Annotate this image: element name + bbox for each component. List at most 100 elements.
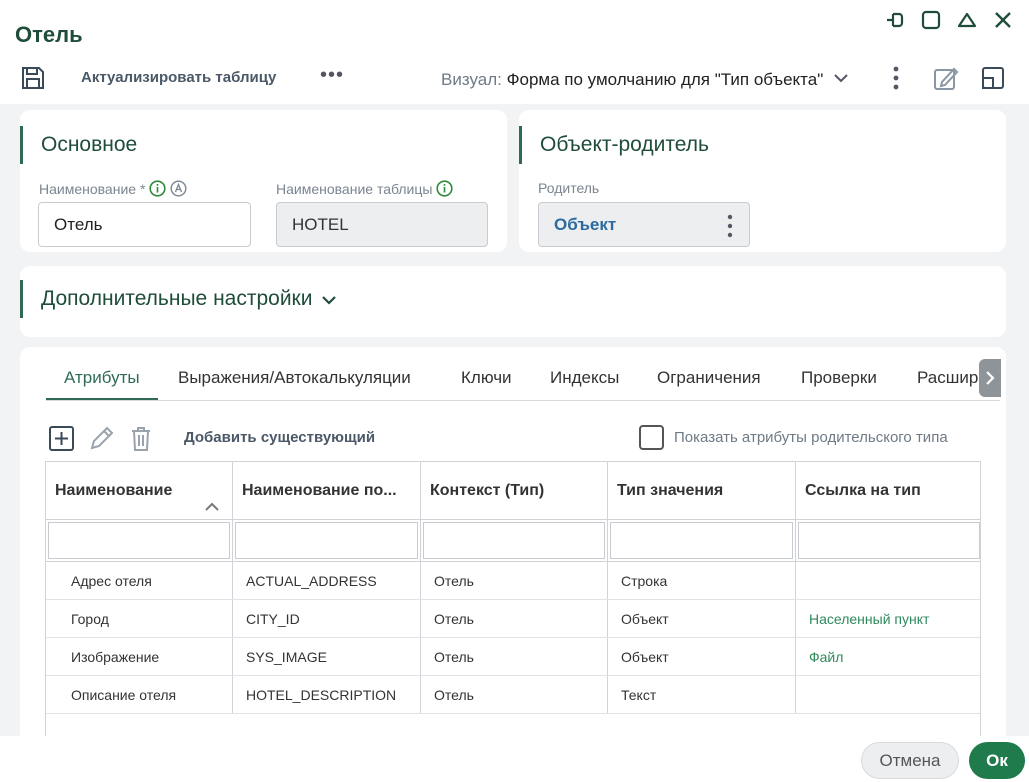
kebab-menu-icon[interactable] bbox=[884, 64, 908, 92]
filter-cell bbox=[233, 520, 421, 561]
chevron-down-icon bbox=[834, 68, 848, 88]
tab-constraints[interactable]: Ограничения bbox=[657, 363, 761, 400]
add-attribute-icon[interactable] bbox=[48, 425, 75, 455]
column-header-value-type[interactable]: Тип значения bbox=[608, 462, 796, 519]
table-name-label-text: Наименование таблицы bbox=[276, 180, 433, 197]
table-header-row: Наименование Наименование по... Контекст… bbox=[46, 462, 980, 520]
attributes-card: Атрибуты Выражения/Автокалькуляции Ключи… bbox=[20, 347, 1006, 736]
close-window-icon[interactable] bbox=[991, 8, 1015, 32]
delete-attribute-icon[interactable] bbox=[129, 425, 153, 455]
tabs-scroll-right-button[interactable] bbox=[979, 359, 1001, 397]
cell-value-type: Объект bbox=[608, 638, 796, 675]
cell-type-ref[interactable]: Файл bbox=[796, 638, 980, 675]
cell-value-type: Объект bbox=[608, 600, 796, 637]
tab-checks[interactable]: Проверки bbox=[801, 363, 877, 400]
cancel-button[interactable]: Отмена bbox=[861, 742, 959, 779]
parent-section-title: Объект-родитель bbox=[519, 126, 709, 164]
info-icon[interactable] bbox=[436, 180, 454, 197]
cell-context: Отель bbox=[421, 638, 608, 675]
extra-settings-title: Дополнительные настройки bbox=[41, 287, 313, 310]
filter-cell bbox=[46, 520, 233, 561]
table-row[interactable]: Описание отеля HOTEL_DESCRIPTION Отель Т… bbox=[46, 676, 980, 714]
kebab-menu-icon[interactable] bbox=[727, 212, 733, 255]
parent-value[interactable]: Объект bbox=[554, 215, 616, 234]
ok-button[interactable]: Ок bbox=[969, 742, 1025, 779]
filter-cell bbox=[608, 520, 796, 561]
show-parent-attributes-checkbox[interactable] bbox=[639, 425, 664, 450]
filter-input-name[interactable] bbox=[48, 522, 230, 559]
cell-table-name: ACTUAL_ADDRESS bbox=[233, 562, 421, 599]
name-field-label: Наименование * bbox=[39, 180, 187, 197]
column-header-type-ref[interactable]: Ссылка на тип bbox=[796, 462, 980, 519]
cell-name: Описание отеля bbox=[46, 676, 233, 713]
edit-attribute-icon[interactable] bbox=[88, 425, 115, 455]
tab-attributes[interactable]: Атрибуты bbox=[46, 363, 158, 400]
info-icon[interactable] bbox=[149, 180, 166, 197]
edit-form-icon[interactable] bbox=[932, 64, 960, 92]
layout-icon[interactable] bbox=[980, 65, 1006, 91]
tab-expressions[interactable]: Выражения/Автокалькуляции bbox=[178, 363, 411, 400]
cell-table-name: HOTEL_DESCRIPTION bbox=[233, 676, 421, 713]
chevron-down-icon bbox=[322, 280, 337, 318]
column-header-name[interactable]: Наименование bbox=[46, 462, 233, 519]
refresh-table-button[interactable]: Актуализировать таблицу bbox=[81, 69, 276, 86]
maximize-window-icon[interactable] bbox=[919, 8, 943, 32]
name-input[interactable]: Отель bbox=[38, 202, 251, 247]
parent-section-card: Объект-родитель Родитель Объект bbox=[519, 110, 1006, 252]
tab-bar: Атрибуты Выражения/Автокалькуляции Ключи… bbox=[46, 363, 1000, 401]
cell-type-ref[interactable]: Населенный пункт bbox=[796, 600, 980, 637]
cell-type-ref[interactable] bbox=[796, 562, 980, 599]
attributes-table: Наименование Наименование по... Контекст… bbox=[45, 461, 981, 736]
more-actions-button[interactable]: ••• bbox=[320, 64, 344, 87]
parent-input[interactable]: Объект bbox=[538, 202, 750, 247]
form-content: Основное Наименование * Отель Наименован… bbox=[0, 104, 1029, 736]
pin-window-icon[interactable] bbox=[883, 8, 907, 32]
toolbar: Актуализировать таблицу ••• Визуал: Форм… bbox=[0, 60, 1029, 96]
filter-input-type-ref[interactable] bbox=[798, 522, 980, 559]
visual-selector[interactable]: Визуал: Форма по умолчанию для "Тип объе… bbox=[441, 68, 848, 90]
filter-input-value-type[interactable] bbox=[610, 522, 793, 559]
table-row[interactable]: Изображение SYS_IMAGE Отель Объект Файл bbox=[46, 638, 980, 676]
sort-asc-icon[interactable] bbox=[204, 482, 220, 511]
table-row[interactable]: Город CITY_ID Отель Объект Населенный пу… bbox=[46, 600, 980, 638]
extra-settings-header[interactable]: Дополнительные настройки bbox=[20, 280, 337, 318]
visual-label: Визуал: bbox=[441, 70, 502, 89]
cell-context: Отель bbox=[421, 676, 608, 713]
tab-indexes[interactable]: Индексы bbox=[550, 363, 619, 400]
filter-cell bbox=[421, 520, 608, 561]
visual-value: Форма по умолчанию для "Тип объекта" bbox=[506, 70, 824, 89]
tab-keys[interactable]: Ключи bbox=[461, 363, 512, 400]
collapse-window-icon[interactable] bbox=[955, 8, 979, 32]
cell-context: Отель bbox=[421, 600, 608, 637]
save-icon[interactable] bbox=[20, 65, 46, 91]
column-header-table-name[interactable]: Наименование по... bbox=[233, 462, 421, 519]
column-header-context[interactable]: Контекст (Тип) bbox=[421, 462, 608, 519]
filter-cell bbox=[796, 520, 980, 561]
name-label-text: Наименование * bbox=[39, 180, 146, 197]
cell-name: Изображение bbox=[46, 638, 233, 675]
window-controls bbox=[883, 8, 1015, 32]
cell-table-name: CITY_ID bbox=[233, 600, 421, 637]
cell-name: Адрес отеля bbox=[46, 562, 233, 599]
auto-translate-icon[interactable] bbox=[170, 180, 187, 197]
add-existing-button[interactable]: Добавить существующий bbox=[184, 429, 375, 446]
cell-value-type: Текст bbox=[608, 676, 796, 713]
table-name-field-label: Наименование таблицы bbox=[276, 180, 454, 197]
filter-input-context[interactable] bbox=[423, 522, 605, 559]
main-section-card: Основное Наименование * Отель Наименован… bbox=[20, 110, 507, 252]
cell-type-ref[interactable] bbox=[796, 676, 980, 713]
table-name-input[interactable]: HOTEL bbox=[276, 202, 488, 247]
show-parent-attributes-toggle[interactable]: Показать атрибуты родительского типа bbox=[639, 425, 948, 450]
cell-name: Город bbox=[46, 600, 233, 637]
cell-value-type: Строка bbox=[608, 562, 796, 599]
main-section-title: Основное bbox=[20, 126, 137, 164]
cell-context: Отель bbox=[421, 562, 608, 599]
table-filter-row bbox=[46, 520, 980, 562]
window-title: Отель bbox=[15, 22, 83, 47]
show-parent-attributes-label: Показать атрибуты родительского типа bbox=[674, 429, 948, 446]
filter-input-table-name[interactable] bbox=[235, 522, 418, 559]
extra-settings-card[interactable]: Дополнительные настройки bbox=[20, 266, 1006, 337]
table-row[interactable]: Адрес отеля ACTUAL_ADDRESS Отель Строка bbox=[46, 562, 980, 600]
parent-field-label: Родитель bbox=[538, 180, 600, 196]
cell-table-name: SYS_IMAGE bbox=[233, 638, 421, 675]
